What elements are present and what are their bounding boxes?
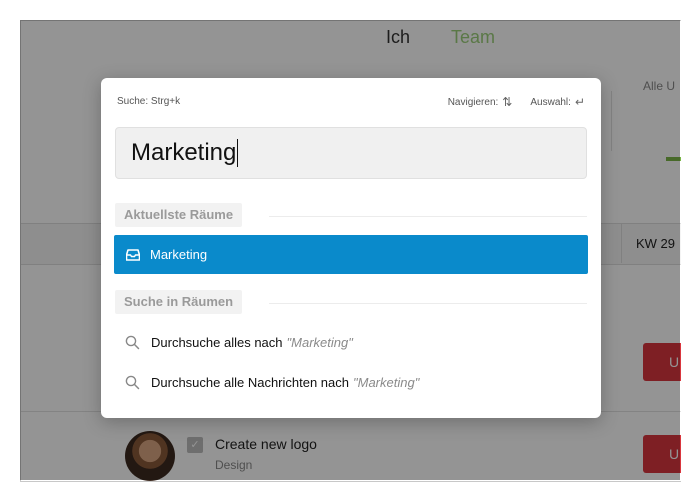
keyboard-hints: Navigieren: ⇅ Auswahl: ↵ [448, 95, 585, 109]
search-icon [125, 375, 140, 389]
recent-rooms-section: Aktuellste Räume [115, 203, 587, 227]
option-query: "Marketing" [286, 334, 353, 350]
search-input[interactable]: Marketing [115, 127, 587, 179]
shortcut-hint: Suche: Strg+k [117, 96, 181, 107]
arrows-up-down-icon: ⇅ [502, 95, 513, 109]
enter-key-icon: ↵ [574, 95, 585, 109]
search-rooms-section: Suche in Räumen [115, 290, 587, 314]
search-all-option[interactable]: Durchsuche alles nach "Marketing" [114, 323, 588, 361]
select-hint-label: Auswahl: [530, 96, 571, 108]
option-label: Durchsuche alles nach [151, 334, 283, 350]
option-query: "Marketing" [353, 374, 420, 390]
section-heading: Suche in Räumen [115, 290, 243, 314]
search-input-value: Marketing [131, 139, 237, 166]
search-messages-option[interactable]: Durchsuche alle Nachrichten nach "Market… [114, 363, 588, 401]
inbox-icon [126, 248, 140, 261]
text-caret [237, 139, 239, 167]
room-result-marketing[interactable]: Marketing [114, 235, 588, 274]
section-heading: Aktuellste Räume [115, 203, 243, 227]
option-label: Durchsuche alle Nachrichten nach [151, 374, 349, 390]
section-divider [269, 216, 587, 217]
quick-search-modal: Suche: Strg+k Navigieren: ⇅ Auswahl: ↵ M… [101, 78, 601, 418]
section-divider [269, 303, 587, 304]
search-icon [125, 335, 140, 349]
navigate-hint-label: Navigieren: [447, 96, 499, 108]
room-result-label: Marketing [150, 247, 208, 262]
